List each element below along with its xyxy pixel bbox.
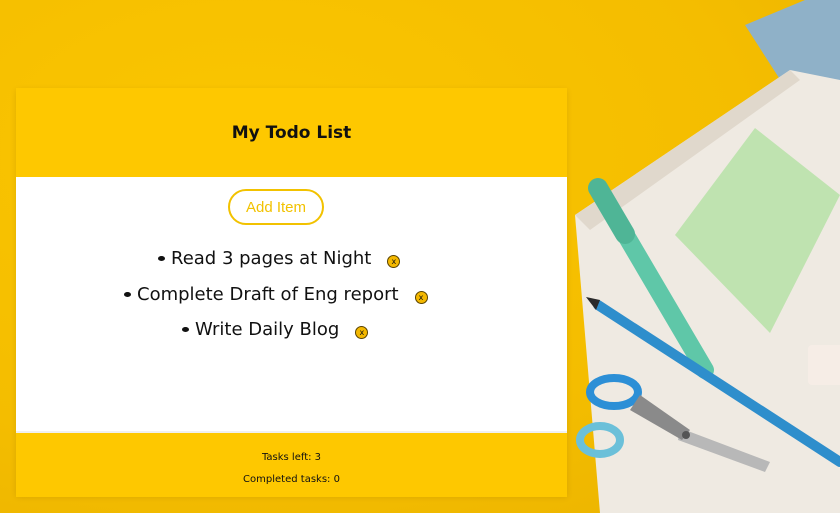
todo-item-text: Complete Draft of Eng report — [137, 284, 399, 305]
delete-item-button[interactable]: x — [414, 291, 428, 304]
card-header: My Todo List — [16, 88, 567, 177]
add-item-button[interactable]: Add Item — [228, 189, 324, 225]
todo-item: Complete Draft of Eng report x — [124, 284, 428, 305]
delete-item-button[interactable]: x — [387, 255, 401, 268]
bullet-icon — [158, 256, 165, 261]
todo-item-text: Write Daily Blog — [195, 319, 340, 340]
bullet-icon — [124, 292, 131, 297]
todo-item-text: Read 3 pages at Night — [171, 248, 372, 269]
completed-tasks-count: Completed tasks: 0 — [243, 474, 340, 485]
todo-card: My Todo List Add Item Read 3 pages at Ni… — [16, 88, 567, 497]
tasks-left-count: Tasks left: 3 — [261, 452, 322, 463]
bullet-icon — [182, 327, 189, 332]
todo-item: Write Daily Blog x — [182, 319, 369, 340]
todo-body: Add Item Read 3 pages at Night x Complet… — [16, 177, 567, 431]
app-title: My Todo List — [231, 122, 352, 143]
todo-item: Read 3 pages at Night x — [158, 248, 401, 269]
delete-item-button[interactable]: x — [355, 326, 369, 339]
card-footer: Tasks left: 3 Completed tasks: 0 — [16, 431, 567, 497]
